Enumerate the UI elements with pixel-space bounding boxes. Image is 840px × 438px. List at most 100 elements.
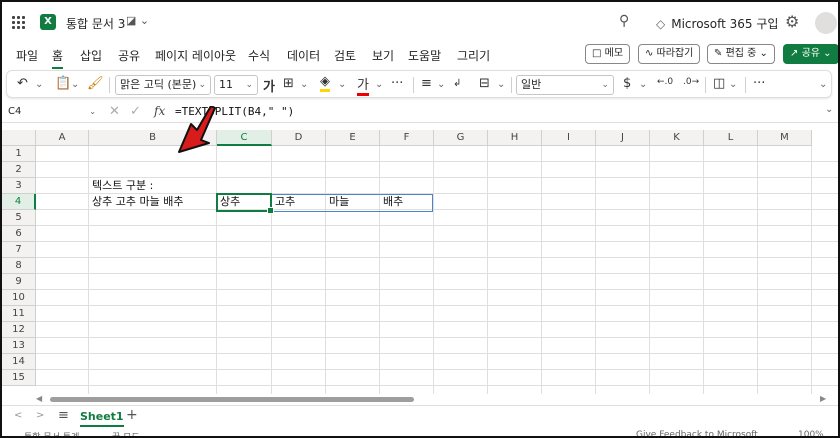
microsoft-365-purchase-link[interactable]: ◇ Microsoft 365 구입 xyxy=(656,15,778,32)
feedback-link[interactable]: Give Feedback to Microsoft xyxy=(636,430,758,436)
column-header-m[interactable]: M xyxy=(758,130,812,146)
tab-file[interactable]: 파일 xyxy=(16,47,38,64)
row-header-4[interactable]: 4 xyxy=(2,194,36,210)
share-button[interactable]: ↗ 공유 ⌄ xyxy=(783,44,838,64)
row-header-11[interactable]: 11 xyxy=(2,306,36,322)
more-font-options-icon[interactable]: ··· xyxy=(391,76,403,91)
cancel-icon[interactable]: ✕ xyxy=(109,104,120,119)
bold-button[interactable]: 가 xyxy=(263,76,275,95)
column-header-a[interactable]: A xyxy=(36,130,89,146)
borders-icon[interactable]: ⊞ xyxy=(283,76,294,91)
tab-home[interactable]: 홈 xyxy=(52,47,64,69)
expand-formula-bar-icon[interactable]: ⌄ xyxy=(825,104,833,115)
number-format-select[interactable]: 일반 ⌄ xyxy=(516,75,614,95)
row-header-14[interactable]: 14 xyxy=(2,354,36,370)
ribbon-expand-icon[interactable]: ⌄ xyxy=(819,79,827,90)
merge-dropdown-icon[interactable]: ⌄ xyxy=(497,79,505,90)
font-color-button[interactable]: 가 xyxy=(357,74,369,96)
currency-dropdown-icon[interactable]: ⌄ xyxy=(639,79,647,90)
align-icon[interactable]: ≡ xyxy=(421,76,432,91)
autosave-status-icon[interactable]: ◪ ⌄ xyxy=(126,14,149,27)
fill-color-icon[interactable]: ◈ xyxy=(320,74,330,92)
editing-mode-button[interactable]: ✎ 편집 중 ⌄ xyxy=(707,44,775,64)
row-header-7[interactable]: 7 xyxy=(2,242,36,258)
decrease-decimal-icon[interactable]: .0→ xyxy=(683,77,699,87)
horizontal-scrollbar[interactable]: ◀ ▶ xyxy=(2,394,838,404)
font-color-dropdown-icon[interactable]: ⌄ xyxy=(375,79,383,90)
cell-f4[interactable]: 배추 xyxy=(380,194,403,210)
conditional-format-dropdown-icon[interactable]: ⌄ xyxy=(729,79,737,90)
sheet-tab-sheet1[interactable]: Sheet1 xyxy=(80,410,124,427)
tab-data[interactable]: 데이터 xyxy=(287,47,320,64)
row-header-13[interactable]: 13 xyxy=(2,338,36,354)
merge-cells-icon[interactable]: ⊟ xyxy=(479,76,490,91)
wrap-text-icon[interactable]: ↲ xyxy=(453,78,461,89)
row-header-1[interactable]: 1 xyxy=(2,146,36,162)
cell-b3[interactable]: 텍스트 구분 : xyxy=(89,178,153,194)
undo-dropdown-icon[interactable]: ⌄ xyxy=(35,79,43,90)
cell-d4[interactable]: 고추 xyxy=(272,194,295,210)
tab-help[interactable]: 도움말 xyxy=(408,47,441,64)
tab-draw[interactable]: 그리기 xyxy=(457,47,490,64)
tab-page-layout[interactable]: 페이지 레이아웃 xyxy=(155,47,236,64)
comments-button[interactable]: □ 메모 xyxy=(585,44,631,64)
undo-icon[interactable]: ↶ xyxy=(17,76,28,91)
row-header-15[interactable]: 15 xyxy=(2,370,36,386)
column-header-k[interactable]: K xyxy=(650,130,704,146)
spreadsheet-grid[interactable]: A B C D E F G H I J K L M 1 2 3 4 5 6 7 8 9 10 11 12 13 14 15 텍스트 구분… xyxy=(2,130,838,394)
increase-decimal-icon[interactable]: ←.0 xyxy=(657,77,673,87)
column-header-l[interactable]: L xyxy=(704,130,758,146)
active-cell-selection[interactable] xyxy=(216,193,274,214)
paste-icon[interactable]: 📋 xyxy=(55,76,71,91)
borders-dropdown-icon[interactable]: ⌄ xyxy=(300,79,308,90)
zoom-level[interactable]: 100% xyxy=(798,430,824,436)
column-header-d[interactable]: D xyxy=(272,130,326,146)
more-options-icon[interactable]: ··· xyxy=(753,76,765,91)
row-header-3[interactable]: 3 xyxy=(2,178,36,194)
insert-function-button[interactable]: fx xyxy=(154,104,165,118)
all-sheets-icon[interactable]: ≡ xyxy=(58,408,69,423)
column-header-e[interactable]: E xyxy=(326,130,380,146)
scroll-right-icon[interactable]: ▶ xyxy=(820,394,826,403)
document-title[interactable]: 통합 문서 3 xyxy=(66,15,125,32)
row-header-9[interactable]: 9 xyxy=(2,274,36,290)
tab-insert[interactable]: 삽입 xyxy=(80,47,102,64)
fill-color-dropdown-icon[interactable]: ⌄ xyxy=(338,79,346,90)
font-name-select[interactable]: 맑은 고딕 (본문) ⌄ xyxy=(115,75,211,95)
cell-b4[interactable]: 상추 고추 마늘 배추 xyxy=(89,194,183,210)
column-header-g[interactable]: G xyxy=(434,130,488,146)
column-header-j[interactable]: J xyxy=(596,130,650,146)
row-header-6[interactable]: 6 xyxy=(2,226,36,242)
tab-view[interactable]: 보기 xyxy=(372,47,394,64)
workbook-statistics[interactable]: 통합 문서 통계 xyxy=(24,430,79,436)
tab-share[interactable]: 공유 xyxy=(118,47,140,64)
row-header-10[interactable]: 10 xyxy=(2,290,36,306)
prev-sheet-icon[interactable]: < xyxy=(14,410,22,421)
search-icon[interactable]: ⚲ xyxy=(619,13,629,29)
enter-check-icon[interactable]: ✓ xyxy=(130,104,141,119)
conditional-format-icon[interactable]: ◫ xyxy=(713,76,725,91)
horizontal-scroll-thumb[interactable] xyxy=(50,397,414,402)
paste-dropdown-icon[interactable]: ⌄ xyxy=(71,79,79,90)
vertical-scrollbar[interactable] xyxy=(828,130,838,394)
column-header-i[interactable]: I xyxy=(542,130,596,146)
scroll-left-icon[interactable]: ◀ xyxy=(36,394,42,403)
tab-formulas[interactable]: 수식 xyxy=(248,47,270,64)
row-header-8[interactable]: 8 xyxy=(2,258,36,274)
catch-up-button[interactable]: ∿ 따라잡기 xyxy=(638,44,701,64)
font-size-select[interactable]: 11 ⌄ xyxy=(214,75,258,95)
align-dropdown-icon[interactable]: ⌄ xyxy=(437,79,445,90)
currency-button[interactable]: $ xyxy=(623,76,631,91)
column-header-f[interactable]: F xyxy=(380,130,434,146)
row-header-12[interactable]: 12 xyxy=(2,322,36,338)
row-header-5[interactable]: 5 xyxy=(2,210,36,226)
settings-gear-icon[interactable]: ⚙ xyxy=(785,12,799,31)
next-sheet-icon[interactable]: > xyxy=(36,410,44,421)
format-painter-icon[interactable]: 🖌 xyxy=(87,76,104,91)
cell-e4[interactable]: 마늘 xyxy=(326,194,349,210)
user-avatar[interactable] xyxy=(815,12,837,34)
select-all-corner[interactable] xyxy=(2,130,36,146)
name-box[interactable]: C4 ⌄ xyxy=(6,103,98,121)
add-sheet-button[interactable]: + xyxy=(126,407,138,423)
tab-review[interactable]: 검토 xyxy=(334,47,356,64)
